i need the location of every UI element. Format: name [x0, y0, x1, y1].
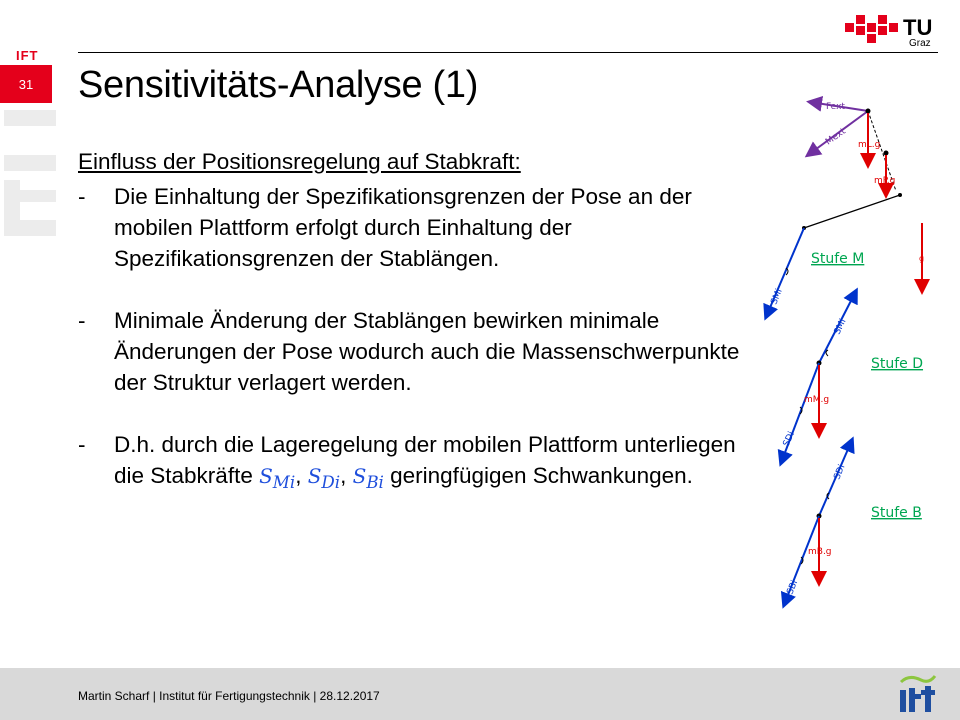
bullet-item: - D.h. durch die Lageregelung der mobile… [78, 429, 758, 498]
bullet-text: Minimale Änderung der Stablängen bewirke… [114, 308, 740, 395]
stufe-m-label: Stufe M [811, 251, 864, 267]
footer-text: Martin Scharf | Institut für Fertigungst… [78, 689, 380, 703]
slide-title: Sensitivitäts-Analyse (1) [78, 64, 479, 106]
g-label: g [919, 254, 924, 263]
tu-text: TU [903, 15, 932, 40]
bullet-dash: - [78, 184, 86, 209]
ift-logo [899, 675, 937, 712]
math-s-di: SDi [307, 464, 341, 492]
subheading: Einfluss der Positionsregelung auf Stabk… [78, 149, 521, 174]
sbi-label: SBi [786, 579, 801, 596]
stufe-d-label: Stufe D [871, 356, 923, 372]
mext-label: Mext [824, 126, 848, 147]
slide-body: Einfluss der Positionsregelung auf Stabk… [78, 146, 758, 529]
math-s-bi: SBi [352, 464, 384, 492]
bullet-dash: - [78, 432, 86, 457]
sdi-upper-arrow [777, 362, 820, 467]
smi-upper-label: SMi [770, 288, 785, 307]
math-s-mi: SMi [259, 464, 296, 492]
smi-lower-label: SMi [833, 318, 849, 337]
stufe-b-label: Stufe B [871, 505, 922, 521]
slide-number: 31 [0, 65, 52, 103]
sdi-upper-label: SDi [782, 430, 797, 448]
sdi-lower-label: SDi [833, 463, 848, 481]
bullet-dash: - [78, 308, 86, 333]
bullet-text: D.h. durch die Lageregelung der mobilen … [114, 432, 736, 492]
arm-line [803, 194, 901, 229]
mbg-label: mB.g [808, 547, 832, 557]
mpg-label: mP.g [874, 176, 895, 186]
bullet-text: Die Einhaltung der Spezifikationsgrenzen… [114, 184, 692, 271]
mlg-label: mL.g [858, 140, 880, 150]
header-rule [78, 52, 938, 53]
bullet-item: - Die Einhaltung der Spezifikationsgrenz… [78, 181, 758, 274]
graz-text: Graz [909, 38, 931, 49]
ift-tab-label: IFT [16, 48, 39, 63]
bullet-item: - Minimale Änderung der Stablängen bewir… [78, 305, 758, 398]
footer-bar: Martin Scharf | Institut für Fertigungst… [0, 668, 960, 720]
tu-graz-logo: TU Graz [845, 15, 932, 49]
mmg-label: mM.g [804, 395, 829, 405]
bullet-text-after: geringfügigen Schwankungen. [383, 463, 693, 488]
fext-label: Fext [826, 102, 845, 112]
force-diagram: Fext Mext mL.g mP.g SMi g Stufe M SMi SD… [763, 95, 930, 609]
